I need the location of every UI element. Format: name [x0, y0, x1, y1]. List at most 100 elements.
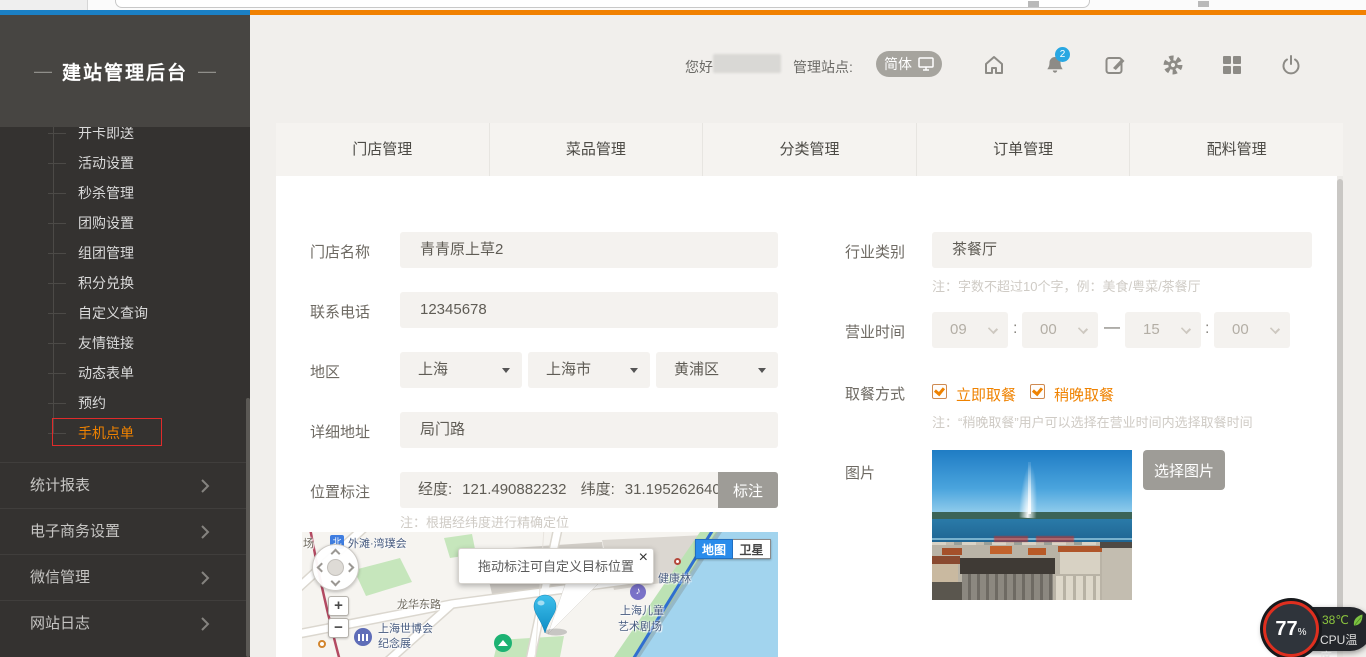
sidebar-section-wechat[interactable]: 微信管理 — [0, 554, 250, 600]
home-icon[interactable] — [982, 53, 1006, 77]
map-label-expo: 上海世博会 — [378, 620, 433, 636]
sidebar-section-stats[interactable]: 统计报表 — [0, 462, 250, 508]
sidebar-section-ecommerce[interactable]: 电子商务设置 — [0, 508, 250, 554]
store-name-input[interactable]: 青青原上草2 — [400, 232, 778, 268]
pan-right-icon[interactable] — [345, 563, 355, 573]
close-hour-select[interactable]: 15 — [1125, 312, 1201, 348]
music-poi-icon: ♪ — [630, 584, 646, 600]
power-icon[interactable] — [1279, 53, 1303, 77]
language-button[interactable]: 简体 — [876, 51, 942, 77]
map-pan-control[interactable] — [312, 544, 359, 591]
time-colon: : — [1205, 320, 1209, 338]
dropdown-chevron-icon — [1181, 324, 1191, 334]
manage-site-label: 管理站点: — [793, 57, 853, 77]
sidebar-section-logs[interactable]: 网站日志 — [0, 600, 250, 646]
map-label-road: 龙华东路 — [397, 596, 441, 612]
sidebar-item[interactable]: 活动设置 — [0, 148, 250, 178]
content-scrollbar-thumb[interactable] — [1337, 179, 1343, 651]
pan-down-icon[interactable] — [331, 577, 341, 587]
lat-label: 纬度: — [581, 481, 615, 498]
pickup-label: 取餐方式 — [845, 383, 905, 404]
dropdown-caret-icon — [502, 368, 510, 373]
region-label: 地区 — [310, 361, 340, 382]
sidebar-item[interactable]: 动态表单 — [0, 358, 250, 388]
tabbar: 门店管理 菜品管理 分类管理 订单管理 配料管理 — [276, 123, 1343, 176]
pickup-note: 注：“稍晚取餐”用户可以选择在营业时间内选择取餐时间 — [932, 412, 1253, 431]
cpu-percent-value: 77 — [1275, 618, 1297, 641]
grid-apps-icon[interactable] — [1220, 53, 1244, 77]
section-label: 统计报表 — [30, 477, 90, 494]
chevron-right-icon — [201, 571, 210, 585]
map-label-partial: 场 — [303, 535, 314, 551]
location-note: 注：根据经纬度进行精确定位 — [400, 512, 569, 531]
industry-input[interactable]: 茶餐厅 — [932, 232, 1312, 268]
map-view-button[interactable]: 地图 — [695, 539, 733, 559]
dropdown-chevron-icon — [1078, 324, 1088, 334]
sidebar-item[interactable]: 预约 — [0, 388, 250, 418]
province-select[interactable]: 上海 — [400, 352, 522, 388]
pickup-now-checkbox[interactable] — [932, 384, 947, 399]
phone-input[interactable]: 12345678 — [400, 292, 778, 328]
pan-center-knob[interactable] — [327, 559, 344, 576]
dropdown-chevron-icon — [1270, 324, 1280, 334]
sidebar: 开卡即送 活动设置 秒杀管理 团购设置 组团管理 积分兑换 自定义查询 友情链接… — [0, 15, 250, 657]
tab-category-management[interactable]: 分类管理 — [703, 123, 917, 176]
close-hour-value: 15 — [1143, 321, 1160, 338]
browser-address-bar[interactable] — [115, 0, 1090, 8]
map-label-expo: 纪念展 — [378, 635, 411, 651]
time-colon: : — [1013, 320, 1017, 338]
mark-location-button[interactable]: 标注 — [718, 472, 778, 508]
close-icon[interactable]: × — [639, 540, 648, 576]
close-minute-value: 00 — [1232, 321, 1249, 338]
close-minute-select[interactable]: 00 — [1214, 312, 1290, 348]
hours-label: 营业时间 — [845, 321, 905, 342]
tab-dish-management[interactable]: 菜品管理 — [490, 123, 704, 176]
pickup-now-label: 立即取餐 — [956, 384, 1016, 405]
pan-up-icon[interactable] — [331, 549, 341, 559]
notification-badge: 2 — [1055, 47, 1070, 62]
province-value: 上海 — [418, 361, 448, 378]
tab-order-management[interactable]: 订单管理 — [917, 123, 1131, 176]
sidebar-sections: 统计报表 电子商务设置 微信管理 网站日志 — [0, 462, 250, 646]
app-title: 建站管理后台 — [62, 58, 188, 85]
district-value: 黄浦区 — [674, 361, 719, 378]
map-type-toggle: 地图 卫星 — [695, 539, 771, 559]
dropdown-caret-icon — [630, 368, 638, 373]
map-zoom-in-button[interactable]: + — [328, 596, 349, 616]
map-zoom-out-button[interactable]: − — [328, 618, 349, 638]
gear-icon[interactable] — [1161, 53, 1185, 77]
poi-dot — [674, 558, 681, 565]
tab-store-management[interactable]: 门店管理 — [276, 123, 490, 176]
title-dash: — — [198, 61, 216, 82]
sidebar-item[interactable]: 积分兑换 — [0, 268, 250, 298]
tab-ingredient-management[interactable]: 配料管理 — [1130, 123, 1343, 176]
open-hour-select[interactable]: 09 — [932, 312, 1008, 348]
address-input[interactable]: 局门路 — [400, 412, 778, 448]
leaf-icon — [1352, 614, 1364, 627]
edit-icon[interactable] — [1103, 53, 1127, 77]
chevron-right-icon — [201, 525, 210, 539]
location-input[interactable]: 经度:121.490882232 纬度:31.1952626403 标注 — [400, 472, 778, 508]
section-label: 网站日志 — [30, 615, 90, 632]
address-label: 详细地址 — [310, 421, 370, 442]
open-minute-select[interactable]: 00 — [1022, 312, 1098, 348]
sidebar-item[interactable]: 组团管理 — [0, 238, 250, 268]
sidebar-item[interactable]: 自定义查询 — [0, 298, 250, 328]
map-canvas[interactable]: 场 北 外滩·湾璞会 龙华东路 上海世博会 纪念展 上海儿童 艺术剧场 健康林 … — [302, 532, 778, 657]
pickup-later-checkbox[interactable] — [1030, 384, 1045, 399]
store-name-label: 门店名称 — [310, 241, 370, 262]
section-label: 电子商务设置 — [30, 523, 120, 540]
satellite-view-button[interactable]: 卫星 — [733, 539, 771, 559]
open-minute-value: 00 — [1040, 321, 1057, 338]
choose-image-button[interactable]: 选择图片 — [1143, 450, 1225, 490]
map-tooltip-text: 拖动标注可自定义目标位置 — [478, 559, 634, 574]
pan-left-icon[interactable] — [317, 563, 327, 573]
city-select[interactable]: 上海市 — [528, 352, 650, 388]
store-photo-preview — [932, 450, 1132, 600]
browser-icon-fragment — [1028, 1, 1039, 7]
cpu-percent-unit: % — [1298, 627, 1307, 638]
sidebar-item[interactable]: 秒杀管理 — [0, 178, 250, 208]
sidebar-item[interactable]: 团购设置 — [0, 208, 250, 238]
sidebar-item[interactable]: 友情链接 — [0, 328, 250, 358]
district-select[interactable]: 黄浦区 — [656, 352, 778, 388]
